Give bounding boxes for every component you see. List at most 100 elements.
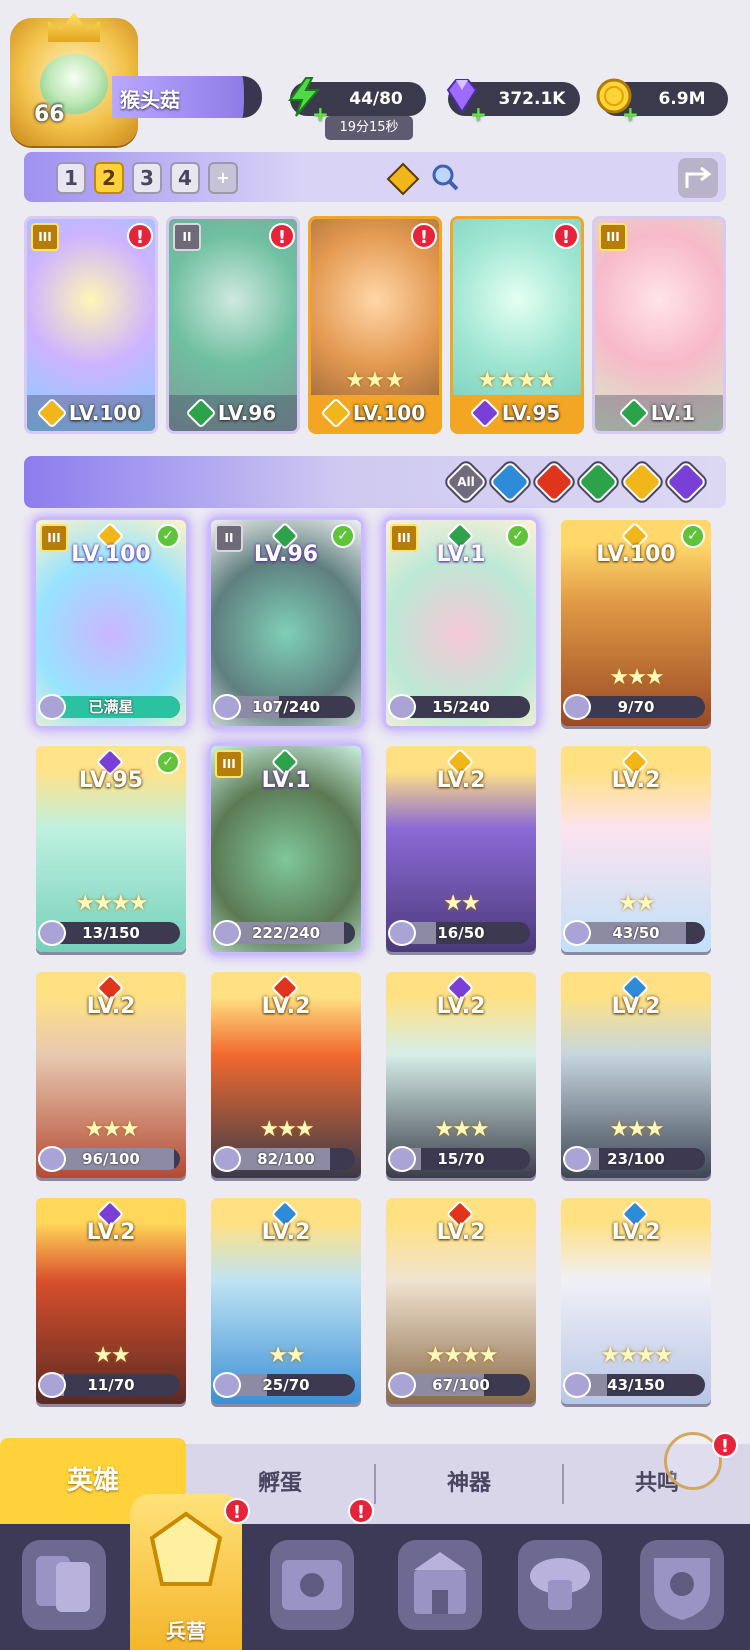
castle-icon — [414, 1552, 466, 1614]
filter-water-icon[interactable] — [488, 460, 532, 504]
shard-icon — [563, 1146, 591, 1172]
shard-icon — [388, 694, 416, 720]
level-bar: LV.1 — [595, 395, 723, 431]
shard-icon — [213, 1146, 241, 1172]
barracks-alert-icon: ! — [224, 1498, 250, 1524]
star-rating: ★★★ — [434, 1117, 489, 1142]
team-slot[interactable]: II! LV.96 — [166, 216, 300, 434]
shard-icon — [38, 1372, 66, 1398]
hero-card[interactable]: LV.2 ★★ 25/70 — [211, 1198, 361, 1404]
star-rating: ★★★ — [609, 665, 664, 690]
team-row: III! LV.100 II! LV.96 ! ★★★ LV.100! ★★★★ LV.95 II… — [24, 216, 726, 434]
hero-level: LV.96 — [217, 401, 277, 425]
filter-light-icon[interactable] — [620, 460, 664, 504]
team-tab-3[interactable]: 3 — [132, 162, 162, 194]
shard-icon — [213, 920, 241, 946]
hero-card[interactable]: LV.2 ★★ 43/50 — [561, 746, 711, 952]
hero-card[interactable]: LV.2 ★★★★ 67/100 — [386, 1198, 536, 1404]
hero-level: LV.1 — [261, 768, 311, 793]
book-alert-icon: ! — [348, 1498, 374, 1524]
team-slot[interactable]: ! ★★★ LV.100 — [308, 216, 442, 434]
hero-card[interactable]: III ✓ LV.1 15/240 — [386, 520, 536, 726]
hero-card[interactable]: LV.2 ★★ 16/50 — [386, 746, 536, 952]
hero-level: LV.2 — [436, 1220, 486, 1245]
star-rating: ★★★★ — [75, 891, 149, 916]
filter-all-button[interactable]: All — [444, 460, 488, 504]
team-slot[interactable]: III LV.1 — [592, 216, 726, 434]
alert-icon: ! — [553, 223, 579, 249]
hero-level: LV.95 — [78, 768, 144, 793]
team-slot[interactable]: ! ★★★★ LV.95 — [450, 216, 584, 434]
element-filter-bar: All — [24, 456, 726, 508]
tab-artifact[interactable]: 神器 — [376, 1444, 562, 1524]
team-tab-2[interactable]: 2 — [94, 162, 124, 194]
team-tab-4[interactable]: 4 — [170, 162, 200, 194]
star-rating: ★★ — [443, 891, 480, 916]
hero-card[interactable]: LV.2 ★★★★ 43/150 — [561, 1198, 711, 1404]
resonance-alert-icon: ! — [712, 1432, 738, 1458]
hero-card[interactable]: LV.2 ★★★ 23/100 — [561, 972, 711, 1178]
energy-counter[interactable]: + 44/80 — [288, 77, 426, 126]
star-rating: ★★★★ — [477, 368, 557, 393]
rank-badge: III — [31, 223, 59, 251]
bottom-nav: 兵营 ! ! — [0, 1494, 750, 1650]
hero-level: LV.2 — [86, 994, 136, 1019]
shard-icon — [213, 1372, 241, 1398]
alert-icon: ! — [269, 223, 295, 249]
team-selector-bar: 1 2 3 4 + — [24, 152, 726, 202]
filter-fire-icon[interactable] — [532, 460, 576, 504]
hero-card[interactable]: III LV.1 222/240 — [211, 746, 361, 952]
gold-counter[interactable]: + 6.9M — [596, 78, 728, 126]
star-rating: ★★★ — [259, 1117, 314, 1142]
energy-value: 44/80 — [349, 89, 403, 109]
light-element-icon — [36, 397, 68, 429]
hero-level: LV.100 — [596, 542, 676, 567]
player-level: 66 — [34, 102, 65, 127]
team-slot[interactable]: III! LV.100 — [24, 216, 158, 434]
hero-level: LV.2 — [436, 768, 486, 793]
hero-card[interactable]: III ✓ LV.100 已满星 — [36, 520, 186, 726]
filter-wind-icon[interactable] — [576, 460, 620, 504]
shard-icon — [563, 920, 591, 946]
nav-castle[interactable] — [398, 1540, 482, 1630]
nav-barracks-label: 兵营 — [166, 1619, 206, 1643]
level-bar: LV.100 — [311, 395, 439, 431]
hero-card[interactable]: LV.2 ★★★ 82/100 — [211, 972, 361, 1178]
hero-level: LV.2 — [611, 768, 661, 793]
star-rating: ★★ — [268, 1343, 305, 1368]
star-rating: ★★★★ — [600, 1343, 674, 1368]
light-element-icon — [320, 397, 352, 429]
add-team-button[interactable]: + — [208, 162, 238, 194]
share-icon[interactable] — [678, 158, 718, 198]
hero-card[interactable]: LV.2 ★★★ 96/100 — [36, 972, 186, 1178]
team-tab-1[interactable]: 1 — [56, 162, 86, 194]
level-bar: LV.95 — [453, 395, 581, 431]
star-rating: ★★ — [618, 891, 655, 916]
shard-icon — [213, 694, 241, 720]
hero-card[interactable]: ✓ LV.100 ★★★ 9/70 — [561, 520, 711, 726]
shield-icon — [654, 1558, 710, 1620]
rank-badge: II — [173, 223, 201, 251]
nav-cards[interactable] — [22, 1540, 106, 1630]
filter-dark-icon[interactable] — [664, 460, 708, 504]
hero-level: LV.2 — [611, 1220, 661, 1245]
shard-icon — [38, 1146, 66, 1172]
magnify-icon[interactable] — [428, 162, 462, 196]
hero-card[interactable]: LV.2 ★★★ 15/70 — [386, 972, 536, 1178]
hero-level: LV.2 — [611, 994, 661, 1019]
add-gems-icon[interactable]: + — [470, 102, 487, 126]
hero-level: LV.96 — [253, 542, 319, 567]
nav-shield[interactable] — [640, 1540, 724, 1630]
add-gold-icon[interactable]: + — [622, 102, 639, 126]
hero-card[interactable]: ✓ LV.95 ★★★★ 13/150 — [36, 746, 186, 952]
level-bar: LV.100 — [27, 395, 155, 431]
gem-counter[interactable]: + 372.1K — [446, 79, 580, 126]
hero-level: LV.2 — [261, 994, 311, 1019]
auto-formation-icon[interactable] — [386, 162, 420, 196]
hero-card[interactable]: II ✓ LV.96 107/240 — [211, 520, 361, 726]
star-rating: ★★★ — [345, 368, 405, 393]
hero-level: LV.95 — [501, 401, 561, 425]
nav-book[interactable] — [270, 1540, 354, 1630]
hero-card[interactable]: LV.2 ★★ 11/70 — [36, 1198, 186, 1404]
nav-guild[interactable] — [518, 1540, 602, 1630]
